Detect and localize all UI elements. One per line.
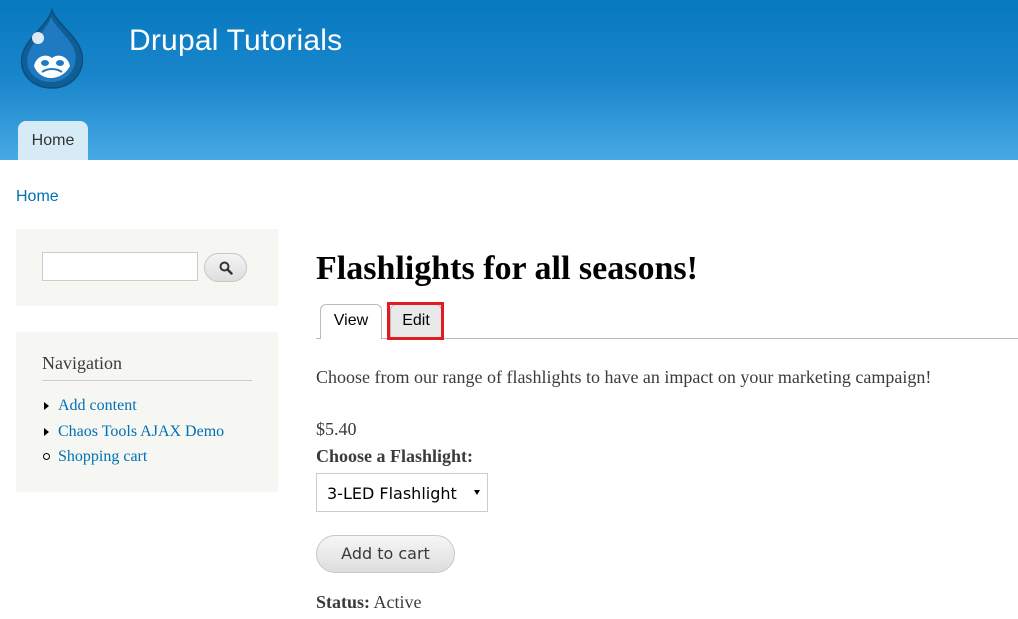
tabs-divider (316, 338, 1018, 339)
triangle-bullet-icon (44, 427, 49, 436)
breadcrumb-home[interactable]: Home (16, 188, 59, 206)
nav-item-label[interactable]: Shopping cart (58, 448, 147, 465)
nav-tab-home[interactable]: Home (18, 121, 88, 160)
search-button[interactable] (204, 253, 247, 282)
search-icon (219, 261, 233, 275)
add-to-cart-button[interactable]: Add to cart (316, 535, 455, 573)
navigation-title: Navigation (42, 353, 122, 373)
navigation-list: Add content Chaos Tools AJAX Demo Shoppi… (42, 397, 224, 474)
search-input[interactable] (42, 252, 198, 281)
navigation-block: Navigation Add content Chaos Tools AJAX … (16, 332, 278, 492)
product-description: Choose from our range of flashlights to … (316, 367, 932, 387)
dropdown-arrow-icon (474, 490, 480, 495)
status-value: Active (373, 592, 422, 612)
circle-bullet-icon (43, 453, 50, 460)
triangle-bullet-icon (44, 402, 49, 410)
site-name[interactable]: Drupal Tutorials (129, 24, 342, 58)
product-price: $5.40 (316, 419, 357, 439)
navigation-divider (42, 380, 252, 381)
drupal-logo[interactable] (14, 8, 88, 92)
nav-item-add-content[interactable]: Add content (42, 397, 224, 423)
tab-view[interactable]: View (320, 304, 382, 339)
flashlight-select-label: Choose a Flashlight: (316, 446, 474, 466)
flashlight-select[interactable]: 3-LED Flashlight (316, 473, 488, 512)
nav-item-label[interactable]: Chaos Tools AJAX Demo (58, 423, 224, 440)
product-status: Status: Active (316, 592, 422, 613)
search-block (16, 229, 278, 306)
page-title: Flashlights for all seasons! (316, 250, 698, 287)
nav-item-shopping-cart[interactable]: Shopping cart (42, 448, 224, 474)
site-header: Drupal Tutorials Home (0, 0, 1018, 160)
nav-item-chaos-tools-ajax-demo[interactable]: Chaos Tools AJAX Demo (42, 423, 224, 449)
nav-item-label[interactable]: Add content (58, 397, 137, 414)
flashlight-select-value: 3-LED Flashlight (327, 484, 457, 503)
status-label: Status: (316, 592, 371, 612)
tab-edit[interactable]: Edit (390, 304, 442, 338)
